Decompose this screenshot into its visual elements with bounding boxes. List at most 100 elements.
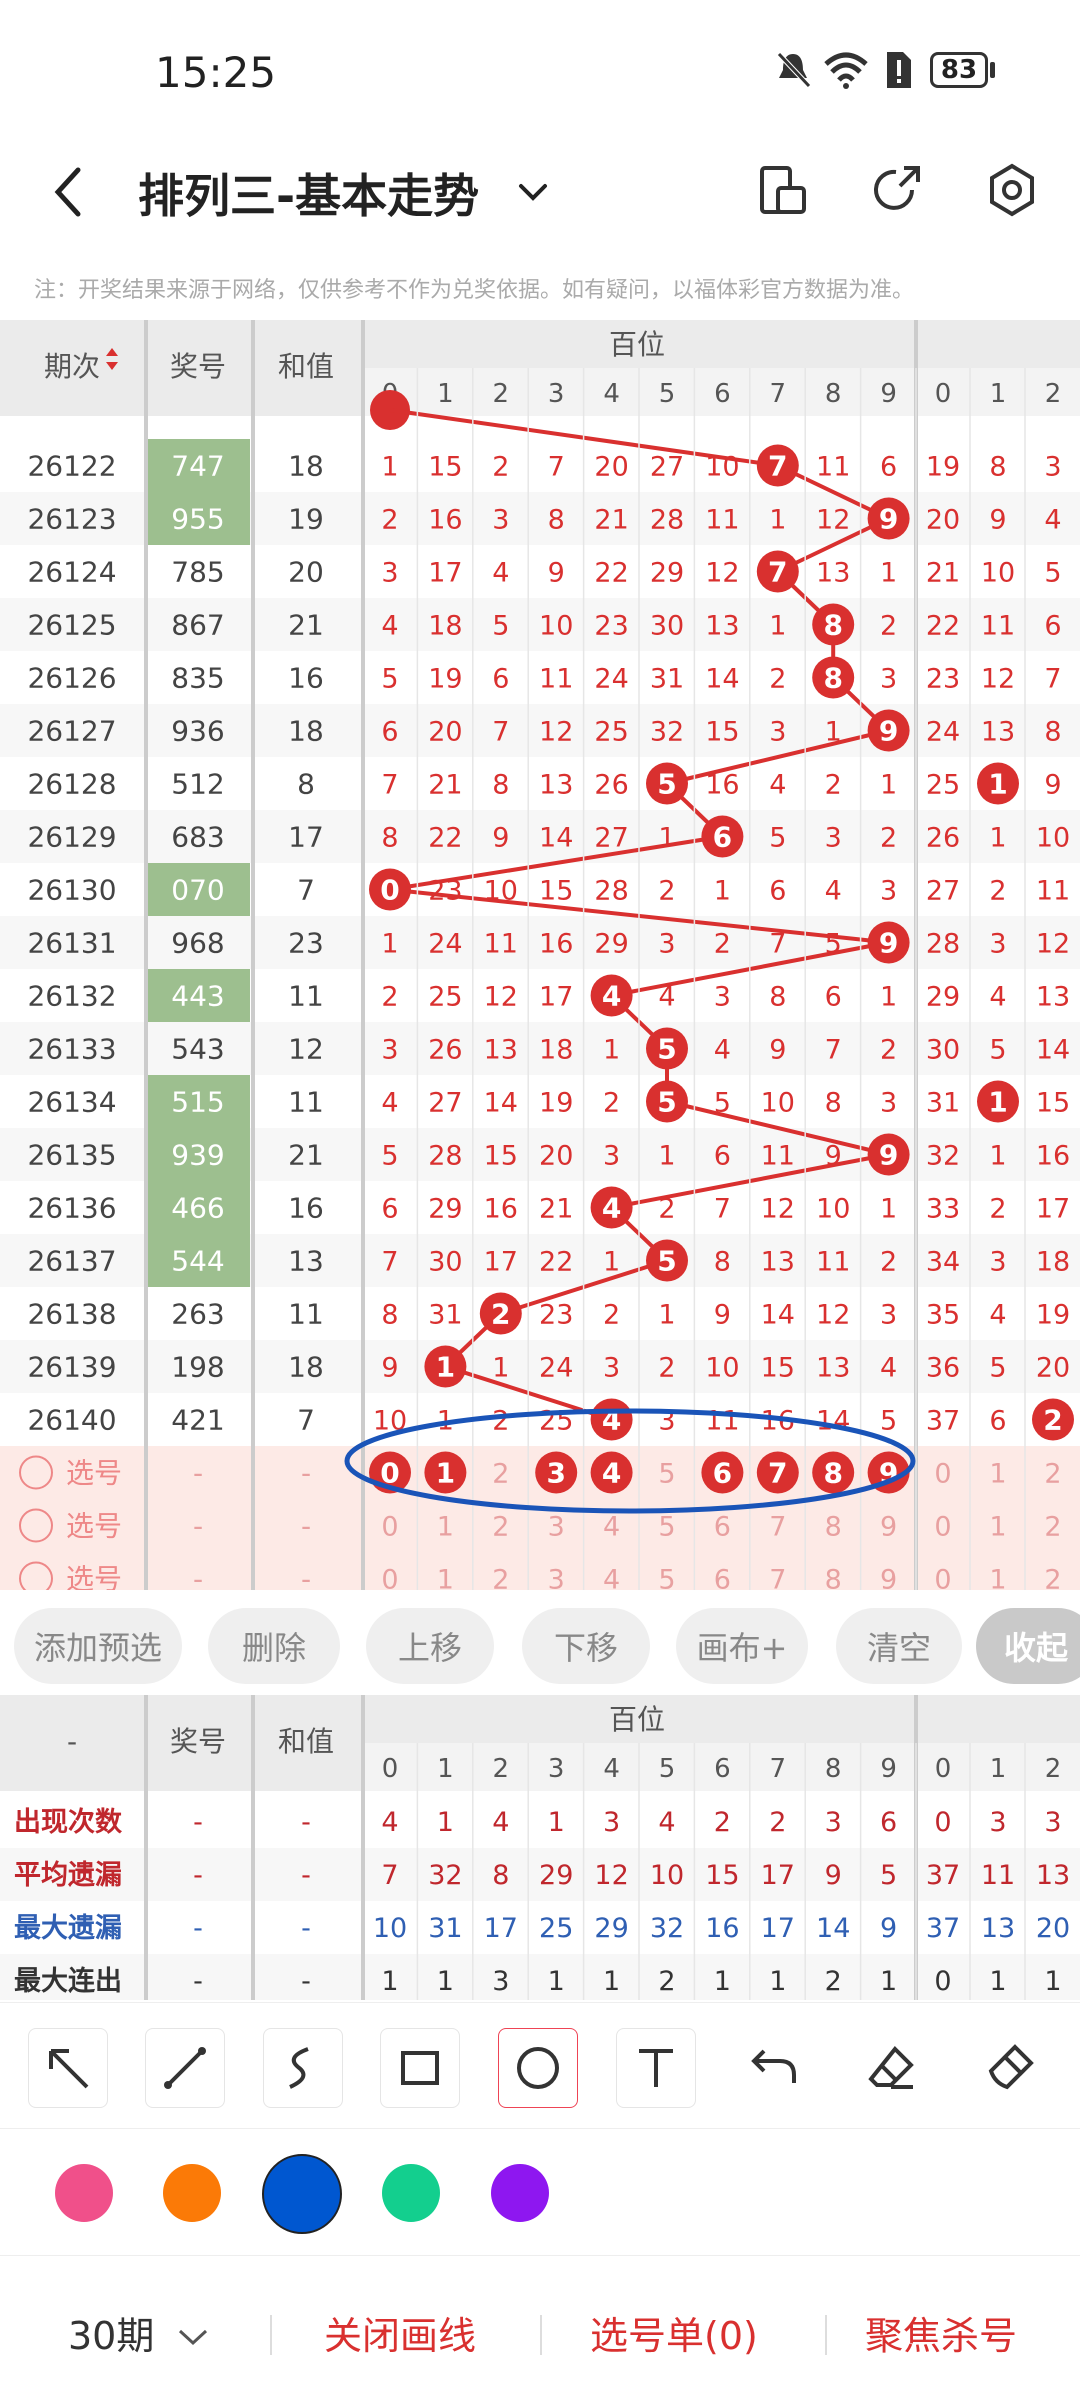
mute-icon: [777, 52, 811, 88]
settings-icon[interactable]: [984, 162, 1040, 218]
bottom-bar: 30期 关闭画线 选号单(0) 聚焦杀号: [0, 2265, 1080, 2400]
dash: -: [193, 1807, 203, 1838]
device-switch-icon[interactable]: [758, 162, 808, 218]
stats-row-label: 最大遗漏: [14, 1913, 122, 1944]
back-arrow-icon[interactable]: [48, 162, 88, 222]
stats-value: 9: [880, 1913, 897, 1944]
digit-header: 0: [382, 1754, 399, 1784]
stats-value: 31: [428, 1913, 462, 1944]
stats-value: 4: [658, 1807, 675, 1838]
divider: [270, 2315, 272, 2355]
stats-value: 1: [437, 1966, 454, 1997]
move-up-button[interactable]: 上移: [366, 1608, 494, 1684]
curve-tool-icon[interactable]: [263, 2028, 343, 2108]
stats-value: 2: [825, 1966, 842, 1997]
stats-value: 1: [603, 1966, 620, 1997]
stats-value: 11: [981, 1860, 1015, 1891]
stats-value: 2: [769, 1807, 786, 1838]
color-swatch-pink[interactable]: [55, 2164, 113, 2222]
action-bar: 添加预选 删除 上移 下移 画布+ 清空 收起: [0, 1600, 1080, 1690]
focus-kill-button[interactable]: 聚焦杀号: [865, 2305, 1017, 2360]
page-title[interactable]: 排列三-基本走势: [138, 160, 479, 226]
drawn-ellipse-annotation: [344, 1408, 916, 1514]
digit-header: 1: [437, 1754, 454, 1784]
column-separator: [361, 1695, 365, 2000]
eraser-icon[interactable]: [852, 2028, 932, 2108]
stats-value: 1: [381, 1966, 398, 1997]
arrow-tool-icon[interactable]: [28, 2028, 108, 2108]
add-preselect-button[interactable]: 添加预选: [14, 1608, 182, 1684]
stats-value: 2: [714, 1807, 731, 1838]
stats-value: 32: [650, 1913, 684, 1944]
chevron-down-icon[interactable]: [515, 178, 551, 208]
stats-value: 17: [484, 1913, 518, 1944]
clock: 15:25: [155, 48, 277, 97]
col-sum-header: 和值: [278, 1725, 334, 1758]
stats-value: 14: [816, 1913, 850, 1944]
stats-value: 17: [761, 1860, 795, 1891]
battery-level: 83: [940, 55, 978, 85]
stats-value: 13: [981, 1913, 1015, 1944]
clear-button[interactable]: 清空: [836, 1608, 962, 1684]
collapse-button[interactable]: 收起: [976, 1608, 1080, 1684]
line-tool-icon[interactable]: [145, 2028, 225, 2108]
color-swatch-purple[interactable]: [491, 2164, 549, 2222]
stats-table-grid: - 奖号 和值百位0 1 2 3 4 5 6 7 8 9 0 1 2出现次数 - -4 1 4 1 3 4 2 2 3 6 0 3 3平…: [0, 1695, 1080, 2000]
clear-brush-icon[interactable]: [970, 2028, 1050, 2108]
selection-list-button[interactable]: 选号单(0): [590, 2305, 758, 2360]
chevron-down-icon: [179, 2329, 208, 2346]
circle-tool-icon[interactable]: [498, 2028, 578, 2108]
stats-value: 17: [761, 1913, 795, 1944]
trend-table: 期次奖号和值百位01234567890122612274718115272027…: [0, 320, 1080, 1590]
stats-value: 7: [381, 1860, 398, 1891]
stats-value: 25: [539, 1913, 573, 1944]
col-number-header: 奖号: [170, 1725, 226, 1758]
period-selector[interactable]: 30期: [68, 2305, 210, 2360]
stats-row-label: 出现次数: [14, 1807, 123, 1838]
stats-value: 1: [548, 1807, 565, 1838]
column-separator: [251, 1695, 255, 2000]
dash: -: [301, 1807, 311, 1838]
stats-value: 8: [492, 1860, 509, 1891]
stats-value: 32: [428, 1860, 462, 1891]
stats-value: 1: [769, 1966, 786, 1997]
stats-value: 16: [705, 1913, 739, 1944]
stats-row-label: 最大连出: [14, 1965, 122, 1997]
share-icon[interactable]: [868, 162, 924, 218]
battery-icon: 83: [930, 52, 988, 88]
color-palette: [0, 2128, 1080, 2256]
move-down-button[interactable]: 下移: [522, 1608, 650, 1684]
stats-value: 3: [989, 1807, 1006, 1838]
dash: -: [301, 1860, 311, 1891]
stats-value: 2: [658, 1966, 675, 1997]
wifi-icon: [824, 52, 868, 89]
digit-header: 9: [880, 1754, 897, 1784]
rect-tool-icon[interactable]: [380, 2028, 460, 2108]
disclaimer-note: 注：开奖结果来源于网络，仅供参考不作为兑奖依据。如有疑问，以福体彩官方数据为准。: [34, 278, 915, 303]
text-tool-icon[interactable]: [616, 2028, 696, 2108]
period-selector-label: 30期: [68, 2314, 155, 2358]
digit-header: 2: [493, 1754, 510, 1784]
color-swatch-green[interactable]: [382, 2164, 440, 2222]
close-line-button[interactable]: 关闭画线: [324, 2305, 476, 2360]
dash: -: [193, 1966, 203, 1997]
digit-header: 4: [603, 1754, 620, 1784]
stats-value: 1: [548, 1966, 565, 1997]
column-separator: [144, 1695, 148, 2000]
color-swatch-orange[interactable]: [163, 2164, 221, 2222]
color-swatch-blue-selected[interactable]: [262, 2154, 342, 2234]
canvas-plus-button[interactable]: 画布+: [676, 1608, 808, 1684]
stats-value: 20: [1036, 1913, 1070, 1944]
undo-icon[interactable]: [735, 2028, 815, 2108]
stats-row-label: 平均遗漏: [14, 1860, 122, 1891]
stats-value: 29: [539, 1860, 573, 1891]
stats-value: 10: [373, 1913, 407, 1944]
delete-button[interactable]: 删除: [208, 1608, 340, 1684]
dash: -: [301, 1913, 311, 1944]
stats-value: 0: [934, 1807, 951, 1838]
digit-header: 7: [770, 1754, 787, 1784]
stats-value: 15: [705, 1860, 739, 1891]
stats-value: 1: [989, 1966, 1006, 1997]
hundreds-group-header: 百位: [609, 1703, 665, 1736]
stats-value: 0: [934, 1966, 951, 1997]
